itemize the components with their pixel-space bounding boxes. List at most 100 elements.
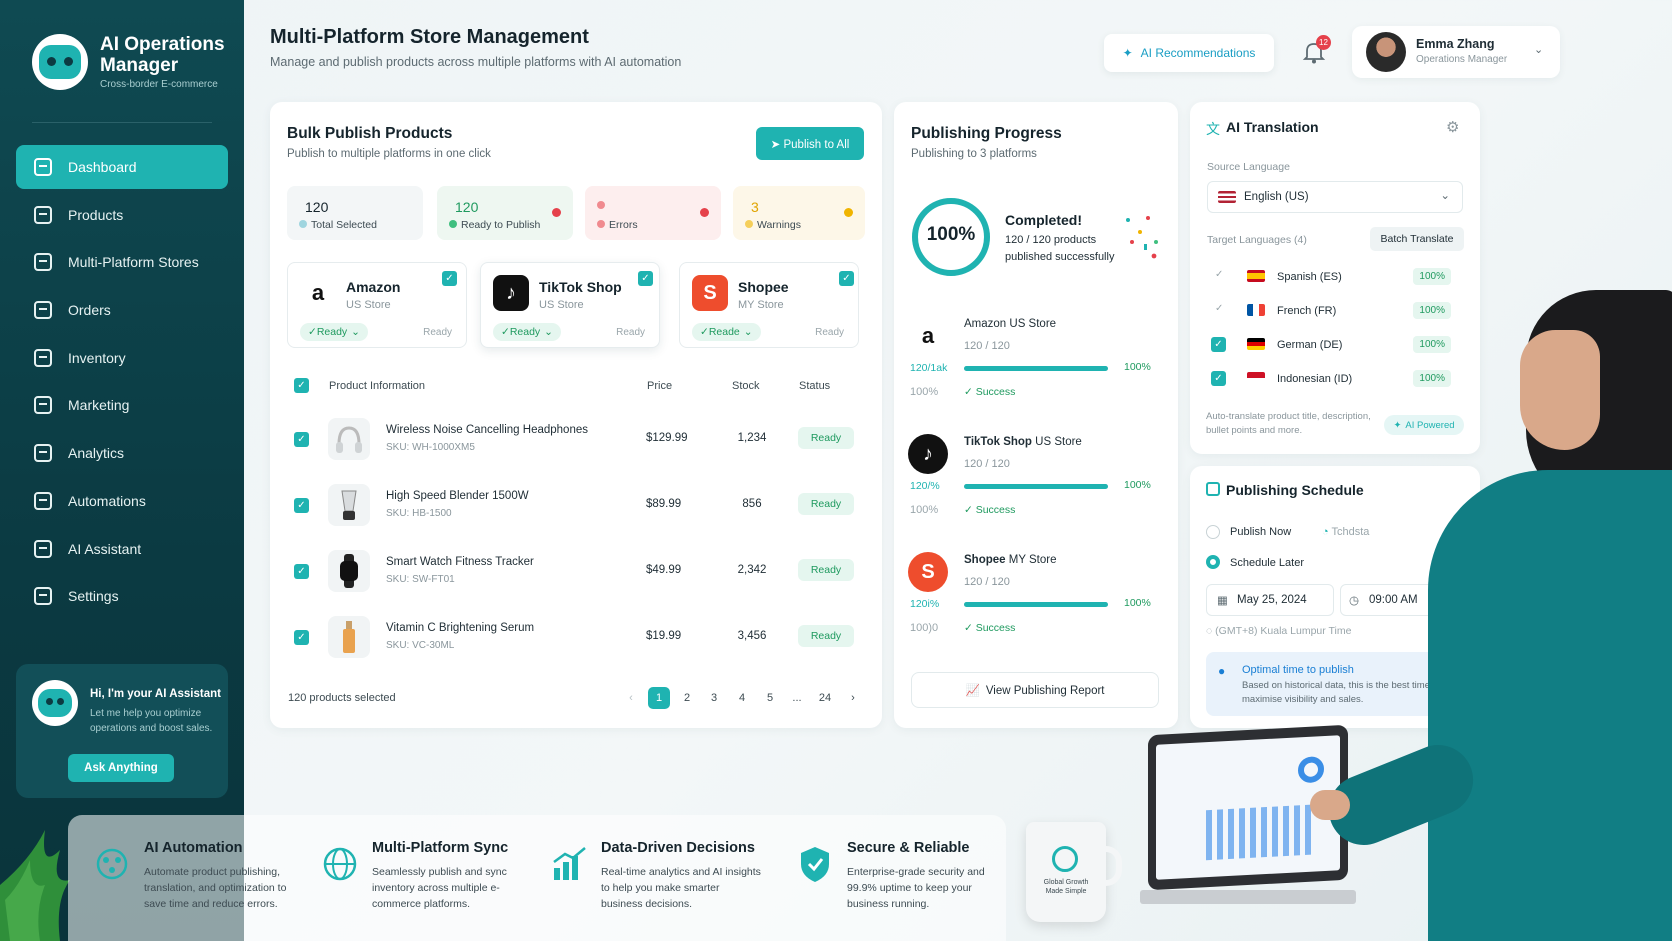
headphones-image: [328, 418, 370, 460]
progress-title: Publishing Progress: [911, 125, 1062, 142]
sidebar-item-analytics[interactable]: Analytics: [16, 431, 228, 475]
stat-value: 120: [455, 199, 479, 215]
pagination-ellipsis: ...: [792, 692, 802, 704]
sidebar-item-marketing[interactable]: Marketing: [16, 383, 228, 427]
sidebar-item-multi-platform-stores[interactable]: Multi-Platform Stores: [16, 240, 228, 284]
box-icon: [34, 205, 52, 224]
platform-tiktok-shop[interactable]: ♪ TikTok Shop US Store ✓ ✓ Ready ⌄ Ready: [480, 262, 660, 348]
language-checkbox[interactable]: ✓: [1211, 337, 1226, 352]
sidebar-item-label: Dashboard: [68, 159, 137, 175]
sidebar-item-orders[interactable]: Orders: [16, 288, 228, 332]
status-label: Success: [975, 504, 1016, 516]
sidebar-item-ai-assistant[interactable]: AI Assistant: [16, 527, 228, 571]
platform-name: Amazon: [346, 279, 401, 295]
user-role: Operations Manager: [1416, 54, 1508, 65]
platform-amazon[interactable]: a Amazon US Store ✓ ✓ Ready ⌄ Ready: [287, 262, 467, 348]
row-checkbox[interactable]: ✓: [294, 630, 309, 645]
status-badge[interactable]: ✓ Ready ⌄: [300, 323, 368, 341]
sidebar-item-label: Products: [68, 206, 124, 223]
progress-fill: [964, 366, 1108, 371]
schedule-later-radio[interactable]: [1206, 555, 1220, 569]
table-row[interactable]: ✓ Vitamin C Brightening Serum SKU: VC-30…: [270, 606, 880, 668]
table-row[interactable]: ✓ Smart Watch Fitness Tracker SKU: SW-FT…: [270, 540, 880, 602]
sidebar-item-dashboard[interactable]: Dashboard: [16, 145, 228, 189]
publish-now-radio[interactable]: [1206, 525, 1220, 539]
store-brand: Amazon: [964, 318, 1007, 330]
publish-to-all-button[interactable]: ➤ Publish to All: [756, 127, 864, 160]
publish-now-label: Publish Now: [1230, 526, 1292, 538]
robot-icon: [32, 34, 88, 90]
store-count: 120 / 120: [964, 340, 1010, 352]
sidebar-item-label: AI Assistant: [68, 540, 142, 557]
progress-shopee: S Shopee MY Store 120 / 120 100% 120i% 1…: [908, 548, 1168, 648]
store-count: 120 / 120: [964, 458, 1010, 470]
laptop-chart-bars: [1206, 804, 1316, 861]
sidebar-item-inventory[interactable]: Inventory: [16, 336, 228, 380]
platform-shopee[interactable]: S Shopee MY Store ✓ ✓ Reade ⌄ Ready: [679, 262, 859, 348]
gear-icon[interactable]: ⚙: [1446, 118, 1459, 136]
product-sku: SKU: HB-1500: [386, 508, 452, 519]
view-publishing-report-button[interactable]: 📈 View Publishing Report: [911, 672, 1159, 708]
pagination-page-24[interactable]: 24: [814, 687, 836, 709]
notification-badge: 12: [1316, 35, 1331, 50]
bulk-title: Bulk Publish Products: [287, 125, 453, 142]
sidebar-item-settings[interactable]: Settings: [16, 574, 228, 618]
stat-label: Warnings: [757, 219, 801, 231]
platform-checkbox[interactable]: ✓: [442, 271, 457, 286]
sidebar-item-automations[interactable]: Automations: [16, 479, 228, 523]
ai-recommendations-button[interactable]: ✦ AI Recommendations: [1104, 34, 1274, 72]
store-percent: 100%: [1124, 361, 1151, 373]
table-row[interactable]: ✓ High Speed Blender 1500W SKU: HB-1500 …: [270, 474, 880, 536]
row-checkbox[interactable]: ✓: [294, 564, 309, 579]
table-row[interactable]: ✓ Wireless Noise Cancelling Headphones S…: [270, 408, 880, 470]
pagination-page-2[interactable]: 2: [676, 687, 698, 709]
source-language-select[interactable]: English (US) ⌄: [1207, 181, 1463, 213]
pagination-page-3[interactable]: 3: [703, 687, 725, 709]
page-subtitle: Manage and publish products across multi…: [270, 55, 682, 69]
store-icon: [34, 253, 52, 272]
select-all-checkbox[interactable]: ✓: [294, 378, 309, 393]
user-menu[interactable]: Emma Zhang Operations Manager ⌄: [1352, 26, 1560, 78]
status-text: Ready: [616, 327, 645, 338]
store-count-blurred: 120/%: [910, 480, 940, 492]
store-name: TikTok Shop US Store: [964, 436, 1082, 448]
status-badge: Ready: [798, 559, 854, 581]
app-logo[interactable]: AI Operations Manager Cross-border E-com…: [32, 34, 230, 90]
store-count-blurred: 120/1ak: [910, 362, 948, 374]
status-badge[interactable]: ✓ Ready ⌄: [493, 323, 561, 341]
dashboard-icon: [34, 158, 52, 176]
page-title: Multi-Platform Store Management: [270, 26, 589, 48]
pagination-prev[interactable]: ‹: [620, 687, 642, 709]
status-badge[interactable]: ✓ Reade ⌄: [692, 323, 761, 341]
ask-anything-button[interactable]: Ask Anything: [68, 754, 174, 782]
stat-ready-to-publish: 120 Ready to Publish: [437, 186, 573, 240]
batch-translate-button[interactable]: Batch Translate: [1370, 227, 1464, 251]
pagination-page-5[interactable]: 5: [759, 687, 781, 709]
feature-title: Secure & Reliable: [847, 840, 970, 856]
status-success: ✓ Success: [964, 504, 1015, 516]
pagination-page-1[interactable]: 1: [648, 687, 670, 709]
language-checkbox[interactable]: ✓: [1211, 371, 1226, 386]
check-icon: ✓: [1215, 303, 1224, 314]
pagination-page-4[interactable]: 4: [731, 687, 753, 709]
product-stock: 1,234: [737, 432, 767, 444]
status-label: Success: [975, 386, 1016, 398]
language-row-spanish[interactable]: ✓ Spanish (ES) 100%: [1207, 262, 1463, 292]
pagination-next[interactable]: ›: [842, 687, 864, 709]
platform-checkbox[interactable]: ✓: [638, 271, 653, 286]
sidebar-item-label: Marketing: [68, 397, 130, 414]
column-header-product: Product Information: [329, 380, 425, 392]
feature-text: Enterprise-grade security and 99.9% upti…: [847, 866, 985, 910]
platform-checkbox[interactable]: ✓: [839, 271, 854, 286]
gears-icon: [34, 491, 52, 510]
store-region: US Store: [1035, 436, 1082, 448]
row-checkbox[interactable]: ✓: [294, 498, 309, 513]
sidebar-item-products[interactable]: Products: [16, 193, 228, 237]
row-checkbox[interactable]: ✓: [294, 432, 309, 447]
chevron-down-icon: ⌄: [1440, 190, 1450, 202]
france-flag-icon: [1247, 304, 1265, 316]
tiktok-logo-icon: ♪: [493, 275, 529, 311]
source-language-value: English (US): [1244, 191, 1309, 203]
language-name: Spanish (ES): [1277, 271, 1342, 283]
mug-image: Global Growth Made Simple: [1026, 822, 1126, 927]
